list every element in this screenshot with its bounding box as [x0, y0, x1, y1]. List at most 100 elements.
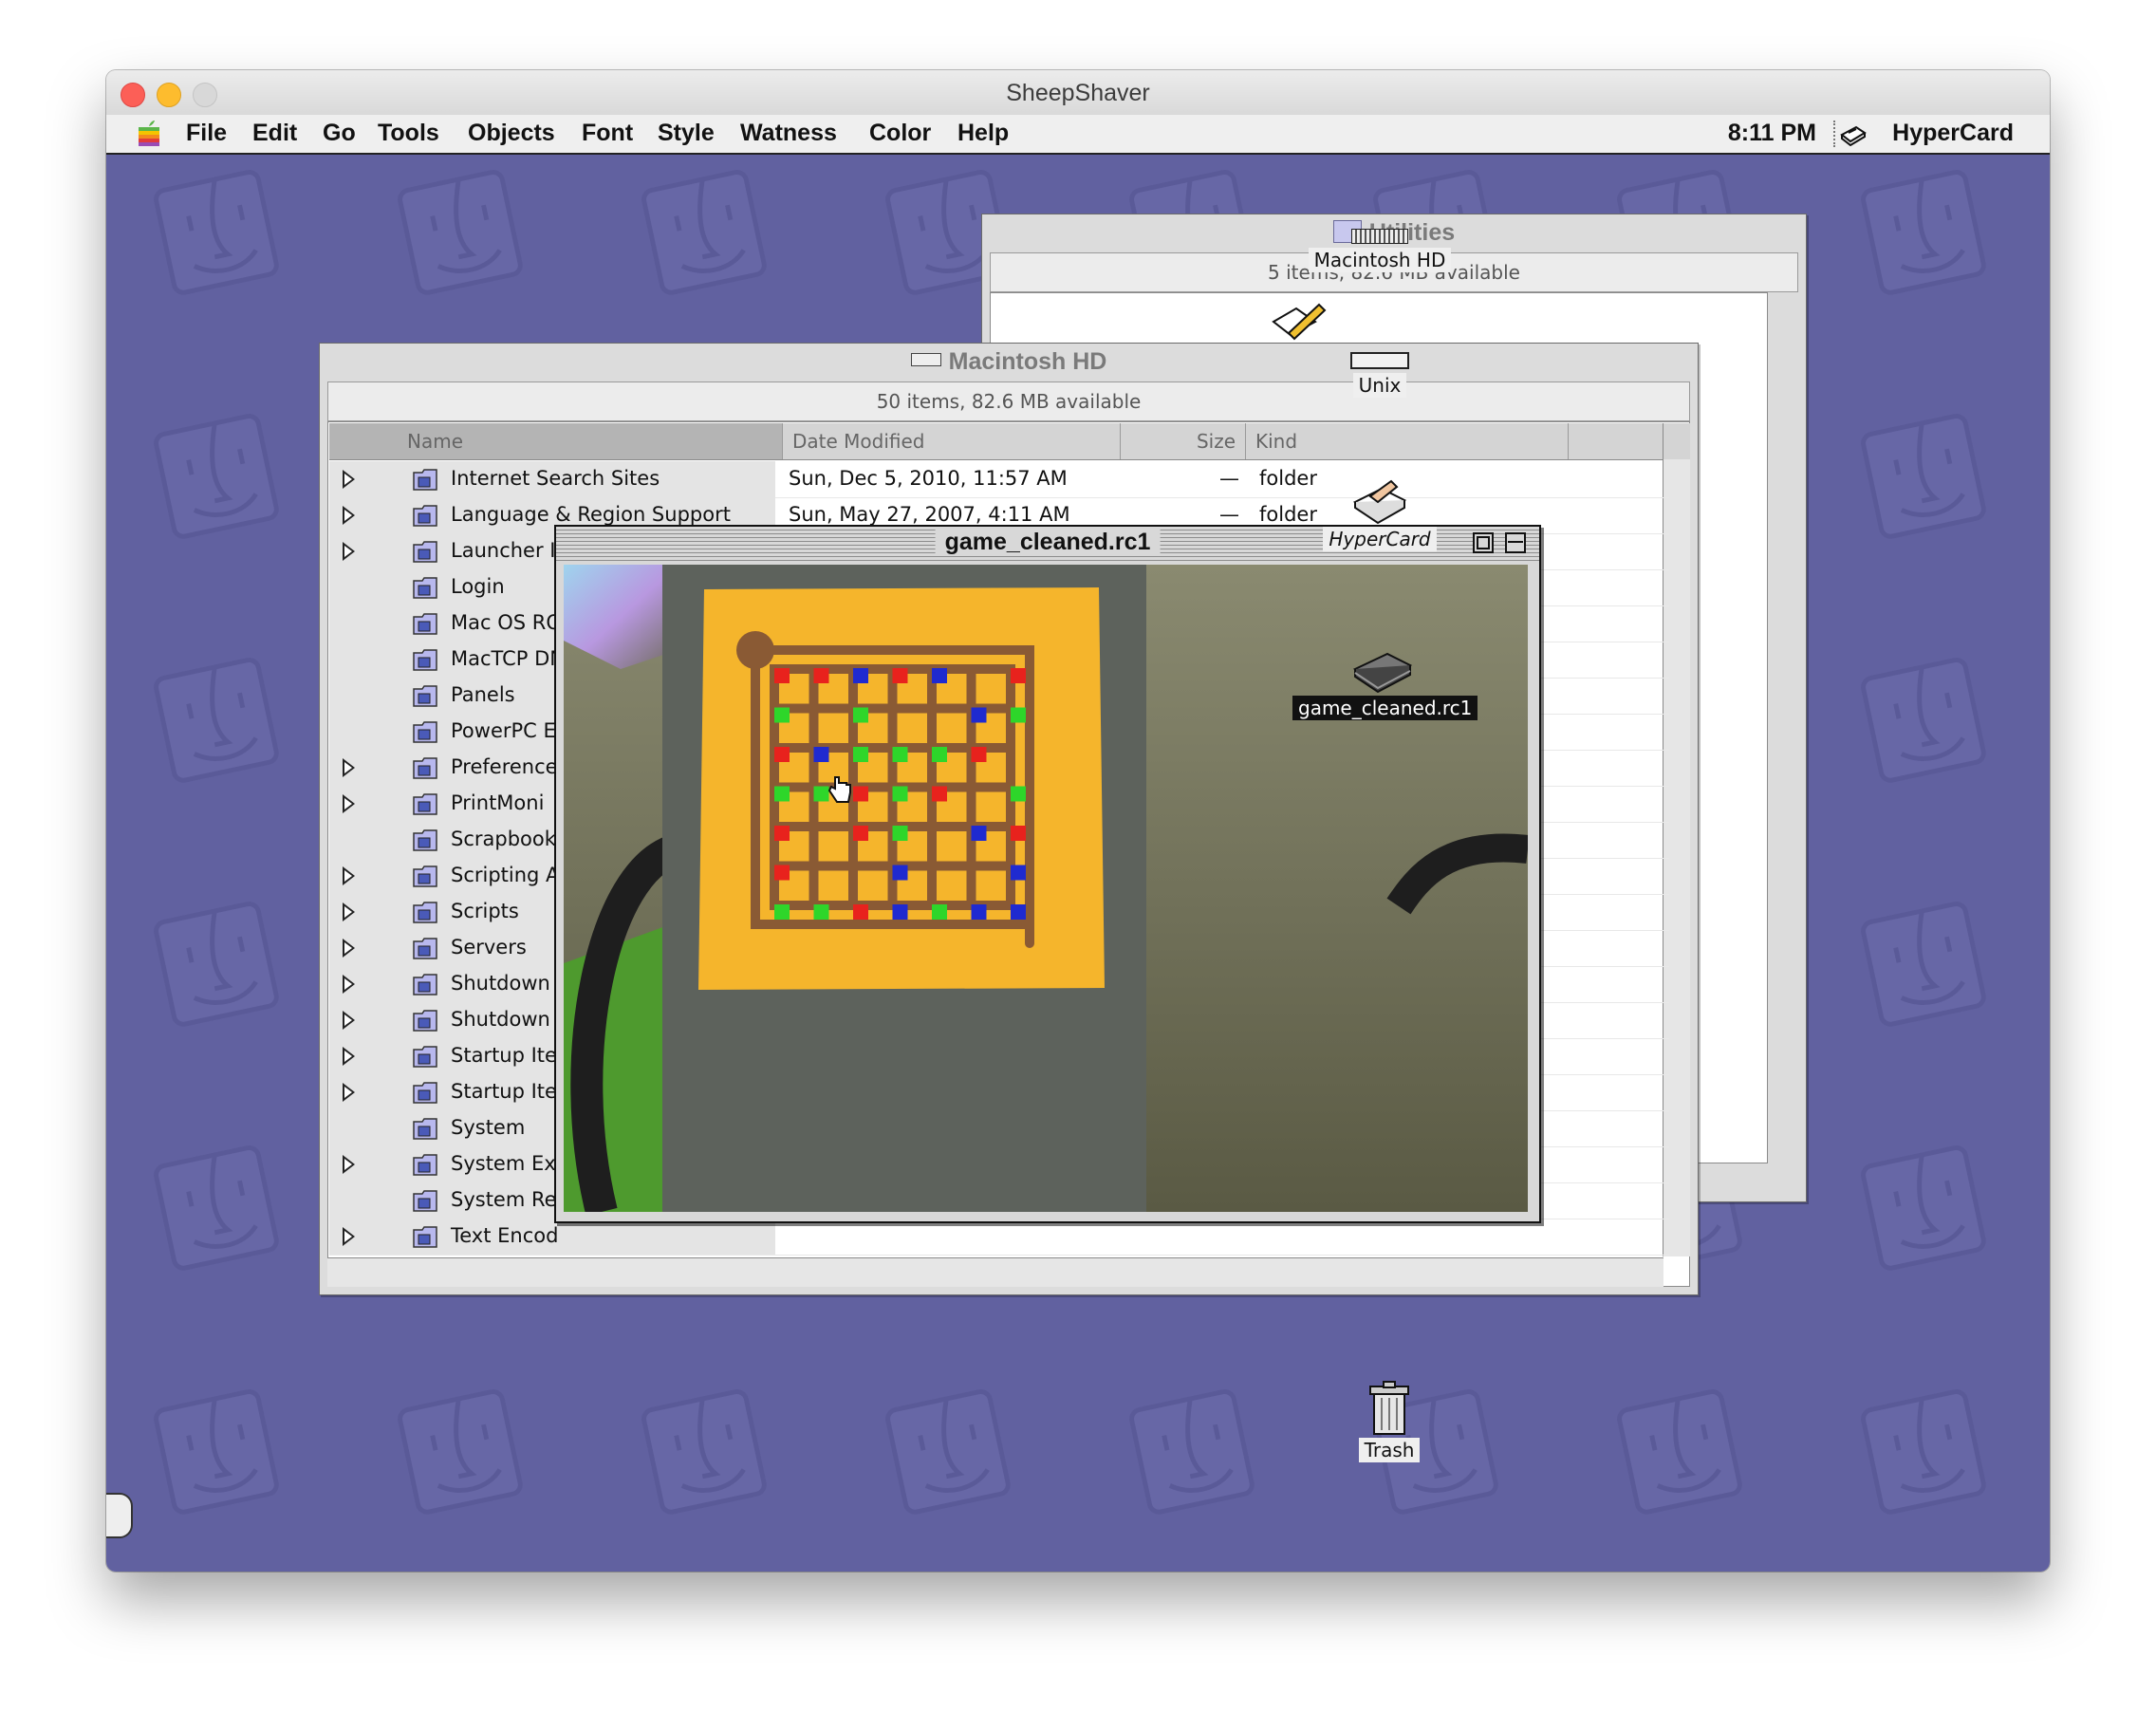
disclosure-triangle-icon[interactable] [343, 1047, 355, 1066]
folder-icon [413, 1190, 437, 1212]
item-name: Shutdown I [451, 972, 563, 995]
list-item[interactable]: Internet Search Sites Sun, Dec 5, 2010, 1… [329, 461, 1669, 498]
trash-icon [1369, 1381, 1409, 1435]
item-name: Scripts [451, 900, 519, 922]
item-kind: folder [1259, 467, 1317, 490]
puzzle-square-red [774, 747, 790, 762]
control-strip-tab[interactable] [106, 1493, 133, 1538]
disclosure-triangle-icon[interactable] [343, 939, 355, 958]
puzzle-square-green [853, 747, 868, 762]
desktop-icon-unix[interactable]: Unix [1342, 352, 1418, 398]
item-name: System [451, 1116, 526, 1139]
pencil-paper-icon[interactable] [1268, 301, 1334, 348]
hypercard-stack-icon [1352, 479, 1407, 525]
folder-icon [413, 1226, 437, 1248]
puzzle-square-green [774, 904, 790, 920]
disclosure-triangle-icon[interactable] [343, 758, 355, 777]
desktop-label-hypercard: HyperCard [1323, 527, 1437, 551]
menu-edit[interactable]: Edit [252, 120, 297, 147]
host-title: SheepShaver [1006, 80, 1150, 106]
desktop-icon-hypercard[interactable]: HyperCard [1323, 474, 1437, 551]
puzzle-square-green [892, 747, 908, 762]
puzzle-square-red [774, 668, 790, 683]
column-size[interactable]: Size [1121, 423, 1246, 459]
zoom-box-icon[interactable] [1473, 532, 1494, 553]
game-window[interactable]: game_cleaned.rc1 [554, 525, 1541, 1223]
item-name: Servers [451, 936, 527, 958]
item-date: Sun, May 27, 2007, 4:11 AM [789, 503, 1070, 526]
disclosure-triangle-icon[interactable] [343, 1083, 355, 1102]
desktop-icon-game-cleaned[interactable]: game_cleaned.rc1 [1292, 644, 1478, 720]
column-date-modified[interactable]: Date Modified [783, 423, 1121, 459]
list-item[interactable]: Text Encod [329, 1219, 1669, 1256]
disclosure-triangle-icon[interactable] [343, 542, 355, 561]
puzzle-square-red [774, 865, 790, 881]
item-name: Login [451, 575, 505, 598]
folder-icon [413, 577, 437, 599]
item-name: Text Encod [451, 1224, 559, 1247]
column-name[interactable]: Name [329, 423, 783, 459]
disclosure-triangle-icon[interactable] [343, 794, 355, 813]
host-titlebar: SheepShaver [106, 70, 2050, 116]
collapse-box-icon[interactable] [1505, 532, 1526, 553]
menu-color[interactable]: Color [869, 120, 931, 147]
drive-icon [1350, 352, 1409, 369]
start-node [736, 631, 774, 669]
folder-icon [413, 613, 437, 635]
application-menu[interactable]: HyperCard [1892, 120, 2014, 147]
column-kind[interactable]: Kind [1246, 423, 1569, 459]
item-date: Sun, Dec 5, 2010, 11:57 AM [789, 467, 1068, 490]
item-name: Language & Region Support [451, 503, 731, 526]
menu-help[interactable]: Help [957, 120, 1009, 147]
hypercard-app-icon[interactable] [1839, 121, 1868, 146]
menu-font[interactable]: Font [582, 120, 633, 147]
folder-icon [413, 865, 437, 887]
puzzle-square-red [1011, 826, 1026, 841]
disclosure-triangle-icon[interactable] [343, 903, 355, 921]
menu-tools[interactable]: Tools [378, 120, 439, 147]
folder-icon [413, 1082, 437, 1104]
puzzle-square-blue [1011, 904, 1026, 920]
item-name: Shutdown I [451, 1008, 563, 1031]
puzzle-square-blue [892, 904, 908, 920]
puzzle-square-green [932, 747, 947, 762]
folder-icon [413, 757, 437, 779]
desktop-icon-macintosh-hd[interactable]: Macintosh HD [1304, 229, 1456, 272]
disclosure-triangle-icon[interactable] [343, 1011, 355, 1030]
collapse-box-line [1508, 541, 1523, 543]
item-name: PrintMoni [451, 791, 545, 814]
item-name: Startup Ite [451, 1080, 557, 1103]
puzzle-square-blue [971, 904, 987, 920]
puzzle-square-red [1011, 668, 1026, 683]
puzzle-square-blue [932, 668, 947, 683]
folder-icon [413, 1046, 437, 1068]
folder-icon [413, 721, 437, 743]
stack-document-icon [1352, 652, 1413, 694]
item-name: Panels [451, 683, 515, 706]
desktop-icon-trash[interactable]: Trash [1351, 1381, 1427, 1462]
item-name: System Ex [451, 1152, 556, 1175]
item-size: — [1219, 503, 1239, 526]
hd-title[interactable]: Macintosh HD [320, 344, 1698, 380]
menu-objects[interactable]: Objects [468, 120, 555, 147]
disclosure-triangle-icon[interactable] [343, 470, 355, 489]
disclosure-triangle-icon[interactable] [343, 506, 355, 525]
puzzle-square-blue [971, 707, 987, 723]
horizontal-scrollbar[interactable] [327, 1257, 1663, 1287]
menubar-clock[interactable]: 8:11 PM [1728, 120, 1816, 147]
puzzle-square-green [1011, 786, 1026, 802]
menu-file[interactable]: File [186, 120, 227, 147]
folder-icon [413, 649, 437, 671]
puzzle-square-red [774, 826, 790, 841]
disclosure-triangle-icon[interactable] [343, 975, 355, 994]
item-size: — [1219, 467, 1239, 490]
disclosure-triangle-icon[interactable] [343, 1155, 355, 1174]
menu-go[interactable]: Go [323, 120, 356, 147]
menu-watness[interactable]: Watness [740, 120, 837, 147]
disclosure-triangle-icon[interactable] [343, 866, 355, 885]
menu-style[interactable]: Style [658, 120, 715, 147]
apple-menu-icon[interactable] [137, 120, 161, 148]
disclosure-triangle-icon[interactable] [343, 1227, 355, 1246]
puzzle-square-red [853, 786, 868, 802]
sort-direction-button[interactable] [1663, 423, 1690, 459]
